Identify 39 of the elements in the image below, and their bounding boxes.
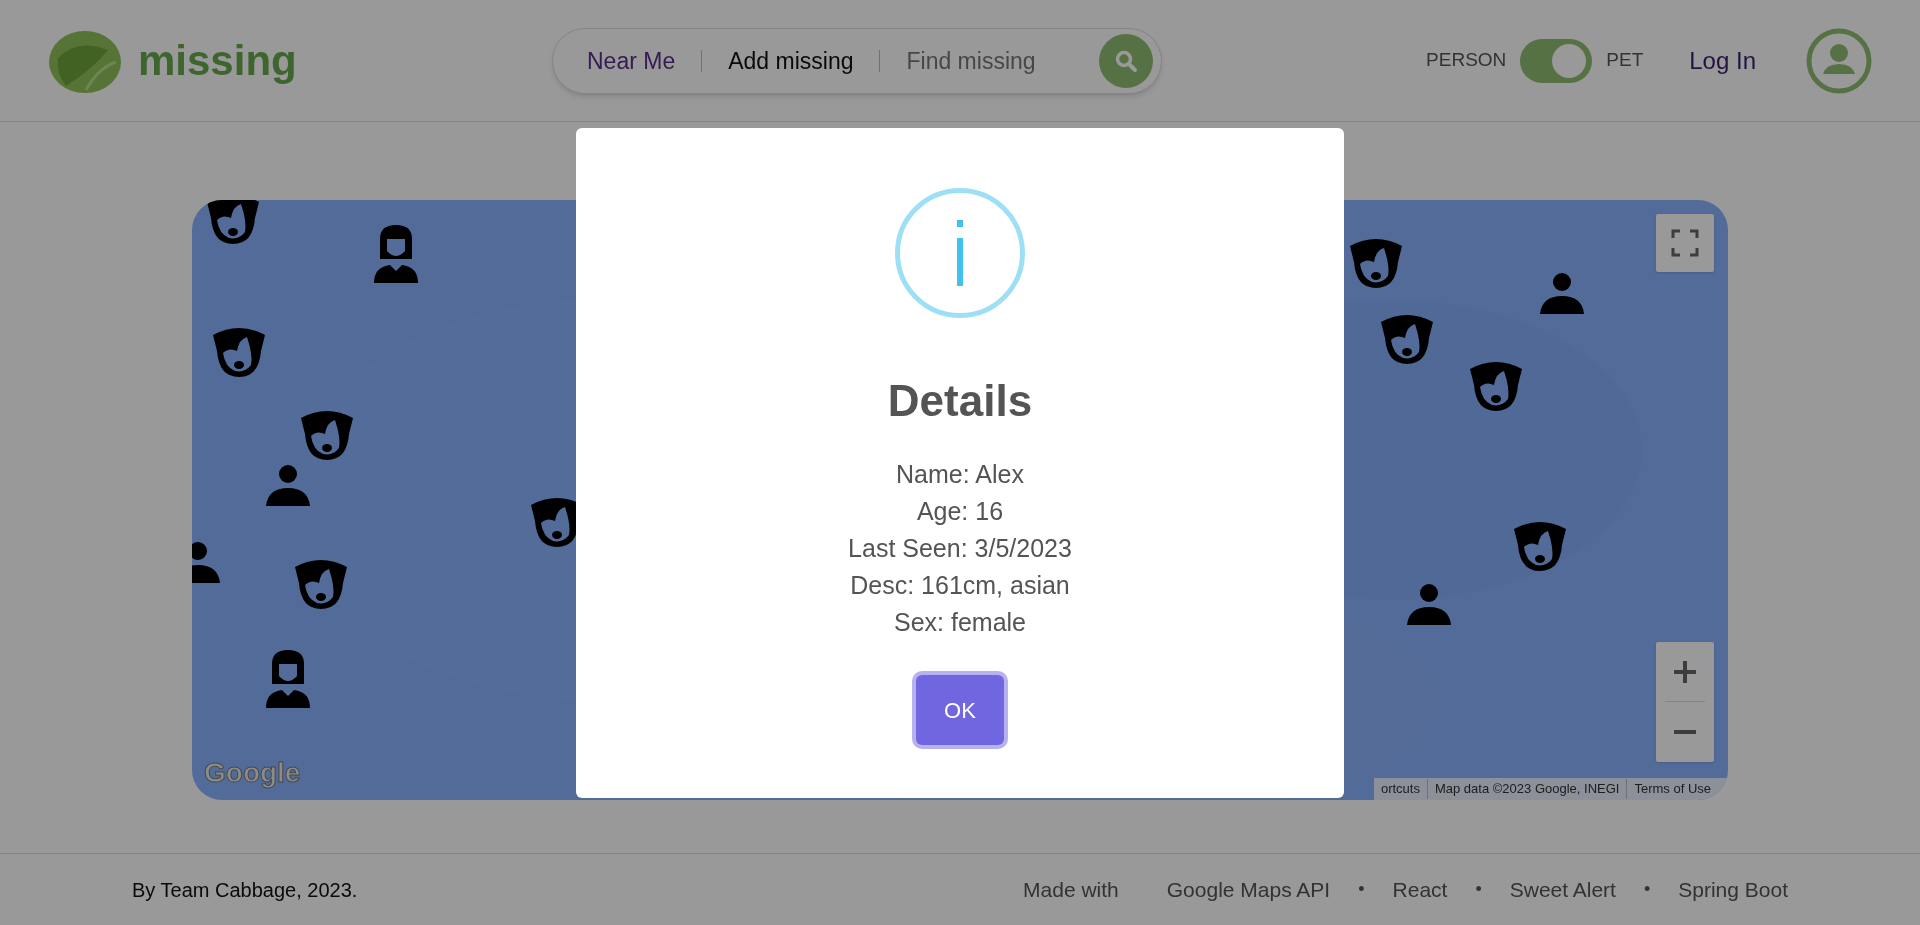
footer-link[interactable]: Spring Boot xyxy=(1678,873,1788,906)
detail-line: Sex: female xyxy=(894,607,1026,638)
bullet-separator: • xyxy=(1475,878,1482,901)
search-icon xyxy=(1114,49,1138,73)
detail-line: Age: 16 xyxy=(916,496,1004,527)
footer-link[interactable]: Sweet Alert xyxy=(1509,873,1616,906)
minus-icon xyxy=(1672,729,1698,734)
bullet-separator: • xyxy=(1358,878,1365,901)
nav-link[interactable]: Find missing xyxy=(906,43,1036,79)
map-logo: Google xyxy=(204,756,301,790)
toggle-label: PERSON xyxy=(1426,48,1507,73)
footer-link[interactable]: Google Maps API xyxy=(1166,873,1331,906)
footer-credit: By Team Cabbage, 2023. xyxy=(132,877,358,903)
info-icon xyxy=(895,188,1025,318)
woman-icon[interactable] xyxy=(266,650,310,710)
nav-link[interactable]: Add missing xyxy=(728,43,854,79)
person-icon[interactable] xyxy=(266,464,310,506)
detail-line: Name: Alex xyxy=(896,459,1024,490)
woman-icon[interactable] xyxy=(374,225,418,285)
nav-link[interactable]: Near Me xyxy=(587,43,676,79)
detail-line: Desc: 161cm, asian xyxy=(850,570,1070,601)
person-icon[interactable] xyxy=(1540,272,1584,314)
fullscreen-button[interactable] xyxy=(1656,214,1714,272)
bullet-separator: • xyxy=(1643,878,1651,901)
ok-button[interactable]: OK xyxy=(916,675,1004,745)
footer-link[interactable]: React xyxy=(1392,873,1448,906)
person-icon[interactable] xyxy=(1407,583,1451,625)
logo-text[interactable]: missing xyxy=(138,39,297,82)
fullscreen-icon xyxy=(1671,229,1699,257)
detail-line: Last Seen: 3/5/2023 xyxy=(848,533,1072,564)
attribution-link[interactable]: Map data ©2023 Google, INEGI xyxy=(1426,779,1627,799)
plus-icon xyxy=(1672,658,1698,685)
attribution-link[interactable]: ortcuts xyxy=(1373,779,1427,799)
made-with-label: Made with xyxy=(1023,876,1119,903)
person-pet-toggle[interactable] xyxy=(1520,38,1593,83)
dialog-title: Details xyxy=(887,375,1033,427)
attribution-link[interactable]: Terms of Use xyxy=(1626,779,1718,799)
login-link[interactable]: Log In xyxy=(1689,42,1756,79)
toggle-label: PET xyxy=(1606,48,1644,73)
